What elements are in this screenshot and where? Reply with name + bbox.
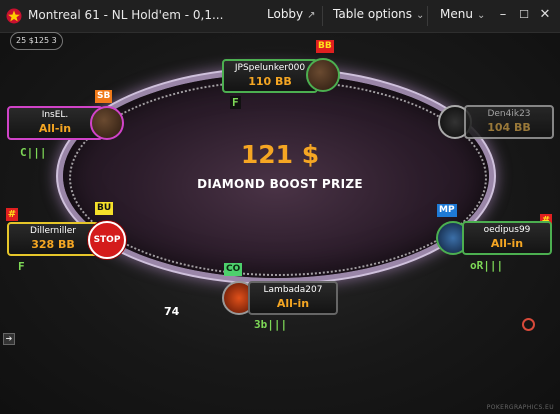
prize-amount: 121 $	[240, 140, 320, 169]
title-bar: Montreal 61 - NL Hold'em - 0,1... Lobby ↗…	[0, 0, 560, 33]
player-plate: oedipus99 All-in	[462, 221, 552, 255]
pokerstars-logo-icon	[6, 8, 22, 24]
player-avatar	[90, 106, 124, 140]
player-name: InsEL.	[41, 110, 69, 120]
cutoff-badge: CO	[224, 263, 243, 276]
table-options-button[interactable]: Table options ⌄	[333, 7, 424, 21]
player-stack: 110 BB	[248, 75, 292, 88]
chevron-down-icon: ⌄	[476, 10, 486, 21]
player-note: F	[18, 260, 25, 273]
button-badge: BU	[95, 202, 114, 215]
player-note: 3b|||	[254, 318, 288, 331]
seat-upper-right[interactable]: Den4ik23 104 BB	[438, 105, 556, 139]
player-plate: Dillerniller 328 BB	[7, 222, 99, 256]
menu-label: Menu	[440, 7, 473, 21]
player-plate: Den4ik23 104 BB	[464, 105, 554, 139]
big-blind-badge: BB	[316, 40, 334, 53]
player-note: C|||	[20, 146, 47, 159]
chevron-down-icon: ⌄	[416, 10, 425, 21]
player-stack: All-in	[490, 237, 524, 250]
hand-counter: 74	[164, 305, 180, 318]
close-icon[interactable]: ✕	[536, 6, 554, 24]
side-arrow-icon[interactable]: ➔	[3, 333, 15, 345]
player-plate: Lambada207 All-in	[248, 281, 338, 315]
external-link-icon: ↗	[307, 10, 316, 21]
player-stack: 328 BB	[31, 238, 75, 251]
separator	[427, 6, 428, 26]
player-stack: 104 BB	[487, 121, 531, 134]
prize-label: DIAMOND BOOST PRIZE	[197, 177, 363, 191]
separator	[322, 6, 323, 26]
minimize-icon[interactable]: –	[494, 6, 512, 24]
player-plate: JPSpelunker000 110 BB	[222, 59, 318, 93]
window-title: Montreal 61 - NL Hold'em - 0,1...	[28, 8, 224, 22]
player-name: Den4ik23	[487, 109, 531, 119]
table-options-label: Table options	[333, 7, 413, 21]
seat-bottom[interactable]: Lambada207 All-in	[222, 281, 340, 315]
player-note: F	[230, 96, 241, 109]
middle-position-badge: MP	[437, 204, 457, 217]
player-name: JPSpelunker000	[234, 63, 306, 73]
player-avatar	[306, 58, 340, 92]
stop-button[interactable]: STOP	[88, 221, 126, 259]
seat-top[interactable]: JPSpelunker000 110 BB	[222, 58, 340, 93]
player-name: Lambada207	[263, 285, 323, 295]
small-blind-badge: SB	[95, 90, 113, 103]
player-stack: All-in	[38, 122, 72, 135]
player-name: Dillerniller	[30, 226, 76, 236]
blinds-indicator: 25 $125 3	[10, 32, 63, 50]
hash-marker: #	[6, 208, 18, 221]
seat-right[interactable]: oedipus99 All-in	[436, 221, 554, 255]
menu-button[interactable]: Menu ⌄	[440, 7, 485, 21]
player-plate: InsEL. All-in	[7, 106, 103, 140]
player-note: oR|||	[470, 259, 504, 272]
player-stack: All-in	[276, 297, 310, 310]
chip-icon	[522, 318, 535, 331]
lobby-label: Lobby	[267, 7, 304, 21]
maximize-icon[interactable]: ☐	[515, 6, 533, 24]
player-name: oedipus99	[483, 225, 531, 235]
seat-upper-left[interactable]: InsEL. All-in	[7, 106, 125, 140]
watermark: POKERGRAPHICS.EU	[486, 404, 554, 411]
lobby-button[interactable]: Lobby ↗	[267, 7, 316, 21]
